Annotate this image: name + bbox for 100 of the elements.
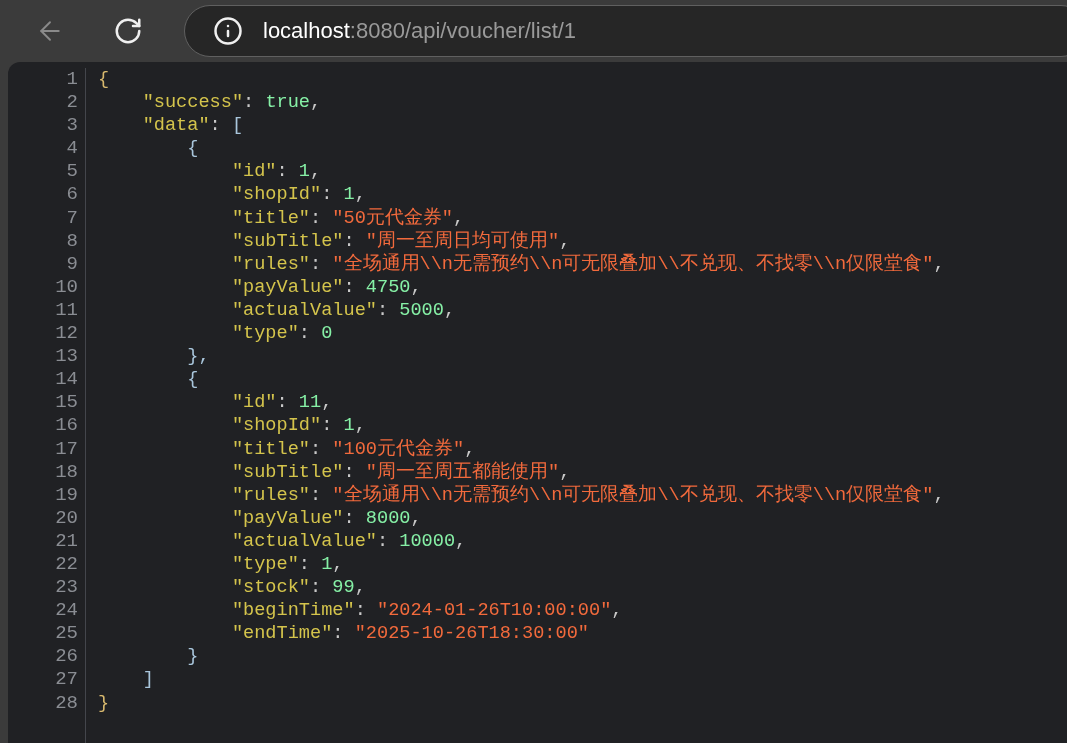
line-number: 12 xyxy=(55,322,78,346)
number-value: 8000 xyxy=(365,507,411,529)
line-number: 27 xyxy=(55,668,78,692)
punctuation: : xyxy=(310,484,323,506)
line-number: 13 xyxy=(55,345,78,369)
line-number: 17 xyxy=(55,437,78,461)
line-number: 4 xyxy=(66,137,78,161)
string-value: "2024-01-26T10:00:00" xyxy=(376,600,612,622)
line-number: 16 xyxy=(55,414,78,438)
number-value: 1 xyxy=(343,184,355,206)
string-value: "全场通用\\n无需预约\\n可无限叠加\\不兑现、不找零\\n仅限堂食" xyxy=(332,253,934,275)
punctuation: : xyxy=(310,438,323,460)
punctuation: : xyxy=(343,230,356,252)
punctuation: : xyxy=(310,253,323,275)
punctuation: : xyxy=(310,207,323,229)
line-number: 28 xyxy=(55,691,78,715)
bracket: } xyxy=(186,646,199,668)
brace: { xyxy=(98,69,110,90)
json-key: "id" xyxy=(98,161,277,183)
punctuation: , xyxy=(464,438,476,460)
line-number: 2 xyxy=(66,91,78,115)
line-number: 19 xyxy=(55,483,78,507)
punctuation: , xyxy=(354,184,366,206)
address-bar[interactable]: localhost:8080/api/voucher/list/1 xyxy=(184,5,1067,57)
json-key: "data" xyxy=(98,115,210,137)
json-key: "payValue" xyxy=(98,276,344,298)
line-number: 25 xyxy=(55,622,78,646)
number-value: 1 xyxy=(298,161,311,183)
json-key: "actualValue" xyxy=(98,299,377,321)
punctuation: : xyxy=(321,184,334,206)
punctuation: : xyxy=(298,323,312,345)
punctuation: : xyxy=(343,461,356,483)
punctuation: , xyxy=(310,92,322,114)
punctuation: , xyxy=(453,207,465,229)
punctuation: : xyxy=(276,392,289,414)
punctuation: : xyxy=(310,577,323,599)
json-key: "type" xyxy=(98,323,299,345)
string-value: "全场通用\\n无需预约\\n可无限叠加\\不兑现、不找零\\n仅限堂食" xyxy=(332,484,934,506)
string-value: "50元代金券" xyxy=(332,207,453,229)
line-number: 11 xyxy=(55,298,78,323)
number-value: 1 xyxy=(321,553,333,575)
punctuation: , xyxy=(354,415,366,437)
number-value: 11 xyxy=(298,392,322,414)
punctuation: , xyxy=(559,461,571,483)
punctuation: : xyxy=(298,553,312,575)
punctuation: : xyxy=(276,161,289,183)
punctuation: : xyxy=(376,299,390,321)
json-key: "subTitle" xyxy=(98,230,344,252)
punctuation: , xyxy=(410,507,422,529)
line-number: 3 xyxy=(66,114,78,138)
json-key: "endTime" xyxy=(98,623,333,645)
line-number: 24 xyxy=(55,599,78,623)
brace: } xyxy=(98,692,110,714)
json-key: "id" xyxy=(98,392,277,414)
punctuation: , xyxy=(410,276,422,298)
line-number: 8 xyxy=(66,229,78,253)
json-key: "stock" xyxy=(98,577,310,599)
line-number: 14 xyxy=(55,368,78,392)
json-key: "payValue" xyxy=(98,507,344,529)
line-number: 18 xyxy=(55,460,78,484)
line-number: 21 xyxy=(55,529,78,553)
bracket: { xyxy=(186,369,199,391)
url-text: localhost:8080/api/voucher/list/1 xyxy=(263,18,577,44)
punctuation: , xyxy=(354,577,366,599)
punctuation: , xyxy=(933,484,945,506)
boolean-value: true xyxy=(265,92,311,114)
punctuation: : xyxy=(343,276,356,298)
string-value: "周一至周日均可使用" xyxy=(365,230,560,252)
info-icon[interactable] xyxy=(213,16,243,46)
punctuation: : xyxy=(321,415,334,437)
json-key: "subTitle" xyxy=(98,461,344,483)
punctuation: , xyxy=(443,299,456,321)
line-number: 22 xyxy=(55,552,78,577)
punctuation: , xyxy=(455,530,467,552)
line-number: 5 xyxy=(66,160,78,184)
number-value: 0 xyxy=(321,323,333,345)
punctuation: : xyxy=(376,530,390,552)
json-key: "title" xyxy=(98,207,310,229)
bracket: ] xyxy=(141,669,154,691)
line-number: 1 xyxy=(66,68,78,92)
punctuation: : xyxy=(332,623,345,645)
json-key: "type" xyxy=(98,553,299,575)
number-value: 10000 xyxy=(399,530,456,552)
punctuation: , xyxy=(559,230,571,252)
punctuation: : xyxy=(343,507,356,529)
json-key: "actualValue" xyxy=(98,530,377,552)
punctuation: , xyxy=(321,392,333,414)
line-number: 10 xyxy=(55,275,78,299)
punctuation: , xyxy=(310,161,322,183)
string-value: "2025-10-26T18:30:00" xyxy=(354,623,589,645)
number-value: 5000 xyxy=(399,299,444,321)
punctuation: , xyxy=(332,553,344,575)
number-value: 1 xyxy=(343,415,355,437)
json-key: "title" xyxy=(98,438,310,460)
json-key: "shopId" xyxy=(98,415,322,437)
string-value: "100元代金券" xyxy=(332,438,465,460)
punctuation: , xyxy=(611,600,623,622)
json-key: "shopId" xyxy=(98,184,322,206)
bracket: }, xyxy=(186,346,210,368)
json-key: "beginTime" xyxy=(98,600,355,622)
